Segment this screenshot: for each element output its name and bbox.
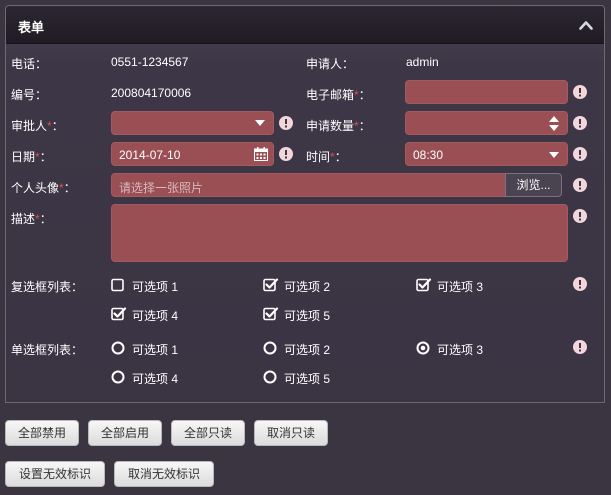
avatar-file-input[interactable]: 请选择一张照片 (111, 173, 506, 197)
email-label: 电子邮箱*： (306, 88, 371, 102)
time-label: 时间*： (306, 150, 347, 164)
panel-header: 表单 (6, 6, 604, 44)
cancel-invalid-button[interactable]: 取消无效标识 (114, 461, 214, 487)
checkbox-checked-icon[interactable] (111, 307, 127, 321)
phone-label: 电话： (11, 57, 48, 71)
set-invalid-button[interactable]: 设置无效标识 (5, 461, 105, 487)
up-down-arrows-icon[interactable] (549, 116, 559, 131)
avatar-placeholder: 请选择一张照片 (119, 181, 204, 195)
exclamation-circle-icon (279, 147, 293, 161)
disable-all-button[interactable]: 全部禁用 (5, 420, 79, 446)
checkbox-checked-icon[interactable] (263, 307, 279, 321)
exclamation-circle-icon (573, 277, 587, 291)
exclamation-circle-icon (573, 85, 587, 99)
exclamation-circle-icon (573, 178, 587, 192)
approver-select[interactable] (111, 111, 274, 135)
exclamation-circle-icon (573, 116, 587, 130)
readonly-all-button[interactable]: 全部只读 (171, 420, 245, 446)
caret-down-icon (549, 152, 559, 158)
date-field[interactable]: 2014-07-10 (111, 142, 274, 166)
number-label: 编号： (11, 88, 48, 102)
quantity-label: 申请数量*： (306, 119, 371, 133)
approver-label: 审批人*： (11, 119, 64, 133)
phone-value: 0551-1234567 (111, 55, 189, 69)
panel-title: 表单 (18, 20, 45, 35)
radio-selected-icon[interactable] (416, 341, 430, 355)
calendar-icon[interactable] (254, 147, 268, 161)
radio-unselected-icon[interactable] (263, 341, 277, 355)
enable-all-button[interactable]: 全部启用 (88, 420, 162, 446)
checkbox-checked-icon[interactable] (416, 278, 432, 292)
checkbox-unchecked-icon[interactable] (111, 278, 125, 292)
exclamation-circle-icon (573, 147, 587, 161)
date-label: 日期*： (11, 150, 52, 164)
description-textarea[interactable] (111, 204, 568, 262)
number-value: 200804170006 (111, 86, 192, 100)
exclamation-circle-icon (573, 209, 587, 223)
radio-unselected-icon[interactable] (111, 370, 125, 384)
time-select[interactable]: 08:30 (405, 142, 568, 166)
radio-group-label: 单选框列表： (11, 343, 84, 357)
chevron-up-icon[interactable] (579, 19, 593, 31)
cancel-readonly-button[interactable]: 取消只读 (254, 420, 328, 446)
avatar-label: 个人头像*： (11, 181, 76, 195)
exclamation-circle-icon (279, 116, 293, 130)
caret-down-icon (255, 120, 265, 126)
applicant-value: admin (406, 55, 439, 69)
checkbox-checked-icon[interactable] (263, 278, 279, 292)
checkbox-group-label: 复选框列表： (11, 280, 84, 294)
exclamation-circle-icon (573, 340, 587, 354)
quantity-stepper[interactable] (405, 111, 568, 135)
radio-unselected-icon[interactable] (263, 370, 277, 384)
applicant-label: 申请人： (306, 57, 355, 71)
radio-unselected-icon[interactable] (111, 341, 125, 355)
browse-button[interactable]: 浏览... (505, 173, 562, 197)
email-field[interactable] (405, 80, 568, 104)
description-label: 描述*： (11, 212, 52, 226)
